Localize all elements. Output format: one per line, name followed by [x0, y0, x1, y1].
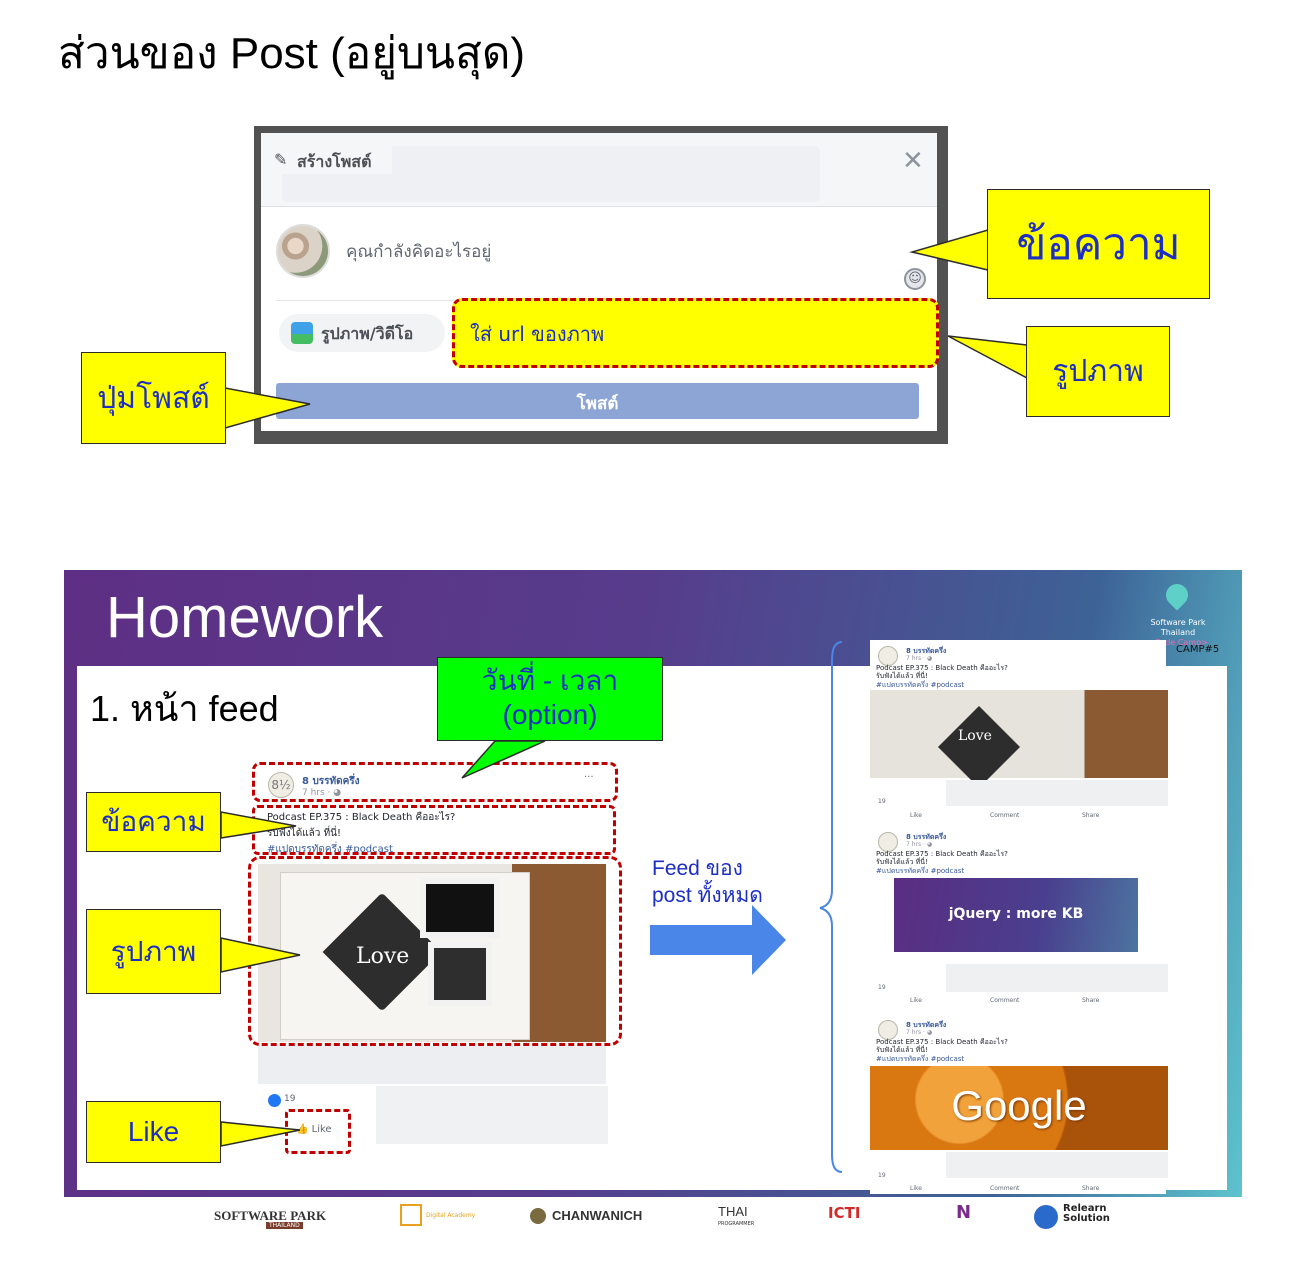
feed-card-comment-button[interactable]: Comment	[990, 997, 1019, 1004]
image-url-hint: ใส่ url ของภาพ	[470, 322, 605, 346]
feed-card-text: รับฟังได้แล้ว ที่นี่!	[876, 858, 928, 866]
thai-programmer-logo: THAI	[718, 1204, 748, 1219]
photo-icon	[291, 322, 313, 344]
feed-card-tags[interactable]: #แปดบรรทัดครึ่ง #podcast	[876, 1054, 964, 1065]
emoji-icon[interactable]: ☺	[904, 268, 926, 290]
slide-image-callout: รูปภาพ	[86, 909, 221, 994]
feed-card-tags[interactable]: #แปดบรรทัดครึ่ง #podcast	[876, 866, 964, 877]
create-post-label[interactable]: สร้างโพสต์	[297, 150, 371, 175]
feed-label: Feed ของ post ทั้งหมด	[652, 857, 763, 907]
feed-card-time: 7 hrs · ◕	[906, 1029, 933, 1036]
camp-tag: CAMP#5	[1176, 644, 1220, 655]
feed-card-likes: 19	[878, 984, 886, 991]
feed-card-avatar	[878, 646, 898, 666]
feed-card-share-button[interactable]: Share	[1082, 812, 1099, 819]
feed-card-text: Podcast EP.375 : Black Death คืออะไร?	[876, 664, 1008, 672]
thai-programmer-subtitle: PROGRAMMER	[718, 1221, 755, 1227]
feed-card-like-button[interactable]: Like	[910, 997, 922, 1004]
relearn-logo: Relearn Solution	[1063, 1203, 1110, 1224]
feed-card-share-button[interactable]: Share	[1082, 997, 1099, 1004]
date-time-callout: วันที่ - เวลา (option)	[437, 657, 663, 741]
status-input[interactable]: คุณกำลังคิดอะไรอยู่	[346, 238, 491, 265]
slide-title: Homework	[106, 585, 384, 650]
pencil-icon: ✎	[274, 150, 288, 169]
feed-card-like-button[interactable]: Like	[910, 812, 922, 819]
feed-card-image-caption: Love	[958, 728, 992, 744]
feed-card-text: Podcast EP.375 : Black Death คืออะไร?	[876, 1038, 1008, 1046]
feed-card-likes: 19	[878, 798, 886, 805]
like-highlight-box	[285, 1109, 351, 1154]
slide-message-callout: ข้อความ	[86, 792, 221, 852]
feed-card-comment-button[interactable]: Comment	[990, 812, 1019, 819]
feed-card-comment-button[interactable]: Comment	[990, 1185, 1019, 1192]
feed-card-avatar	[878, 832, 898, 852]
software-park-subtitle: THAILAND	[266, 1222, 303, 1229]
like-count-icon	[268, 1094, 281, 1107]
message-callout: ข้อความ	[987, 189, 1210, 299]
digital-academy-logo: Digital Academy	[426, 1212, 476, 1219]
date-highlight-box	[252, 762, 618, 802]
feed-card-share-button[interactable]: Share	[1082, 1185, 1099, 1192]
feed-heading: 1. หน้า feed	[90, 688, 279, 729]
chanwanich-icon	[530, 1208, 546, 1224]
feed-card-text: รับฟังได้แล้ว ที่นี่!	[876, 672, 928, 680]
image-callout: รูปภาพ	[1026, 326, 1170, 417]
feed-card-text: Podcast EP.375 : Black Death คืออะไร?	[876, 850, 1008, 858]
icti-logo: ICTI	[828, 1204, 861, 1222]
n-logo: N	[956, 1202, 972, 1223]
feed-card-image-caption: Google	[951, 1082, 1087, 1129]
feed-card-like-button[interactable]: Like	[910, 1185, 922, 1192]
like-count: 19	[284, 1094, 296, 1104]
feed-card-image	[870, 690, 1168, 778]
post-button-callout: ปุ่มโพสต์	[81, 352, 226, 444]
relearn-icon	[1034, 1205, 1058, 1229]
slide-like-callout: Like	[86, 1101, 221, 1163]
feed-card-time: 7 hrs · ◕	[906, 655, 933, 662]
feed-card-text: รับฟังได้แล้ว ที่นี่!	[876, 1046, 928, 1054]
image-highlight-box	[248, 856, 622, 1046]
digital-academy-icon	[400, 1204, 422, 1226]
post-button-label: โพสต์	[576, 394, 619, 414]
avatar	[276, 224, 330, 278]
feed-card-likes: 19	[878, 1172, 886, 1179]
feed-card-avatar	[878, 1020, 898, 1040]
page-title: ส่วนของ Post (อยู่บนสุด)	[58, 29, 526, 78]
feed-card-time: 7 hrs · ◕	[906, 841, 933, 848]
chanwanich-logo: CHANWANICH	[552, 1208, 643, 1223]
close-icon[interactable]: ✕	[902, 146, 924, 176]
feed-card-image-caption: jQuery : more KB	[948, 906, 1084, 922]
text-highlight-box	[252, 805, 616, 855]
photo-video-label: รูปภาพ/วิดีโอ	[321, 324, 414, 343]
